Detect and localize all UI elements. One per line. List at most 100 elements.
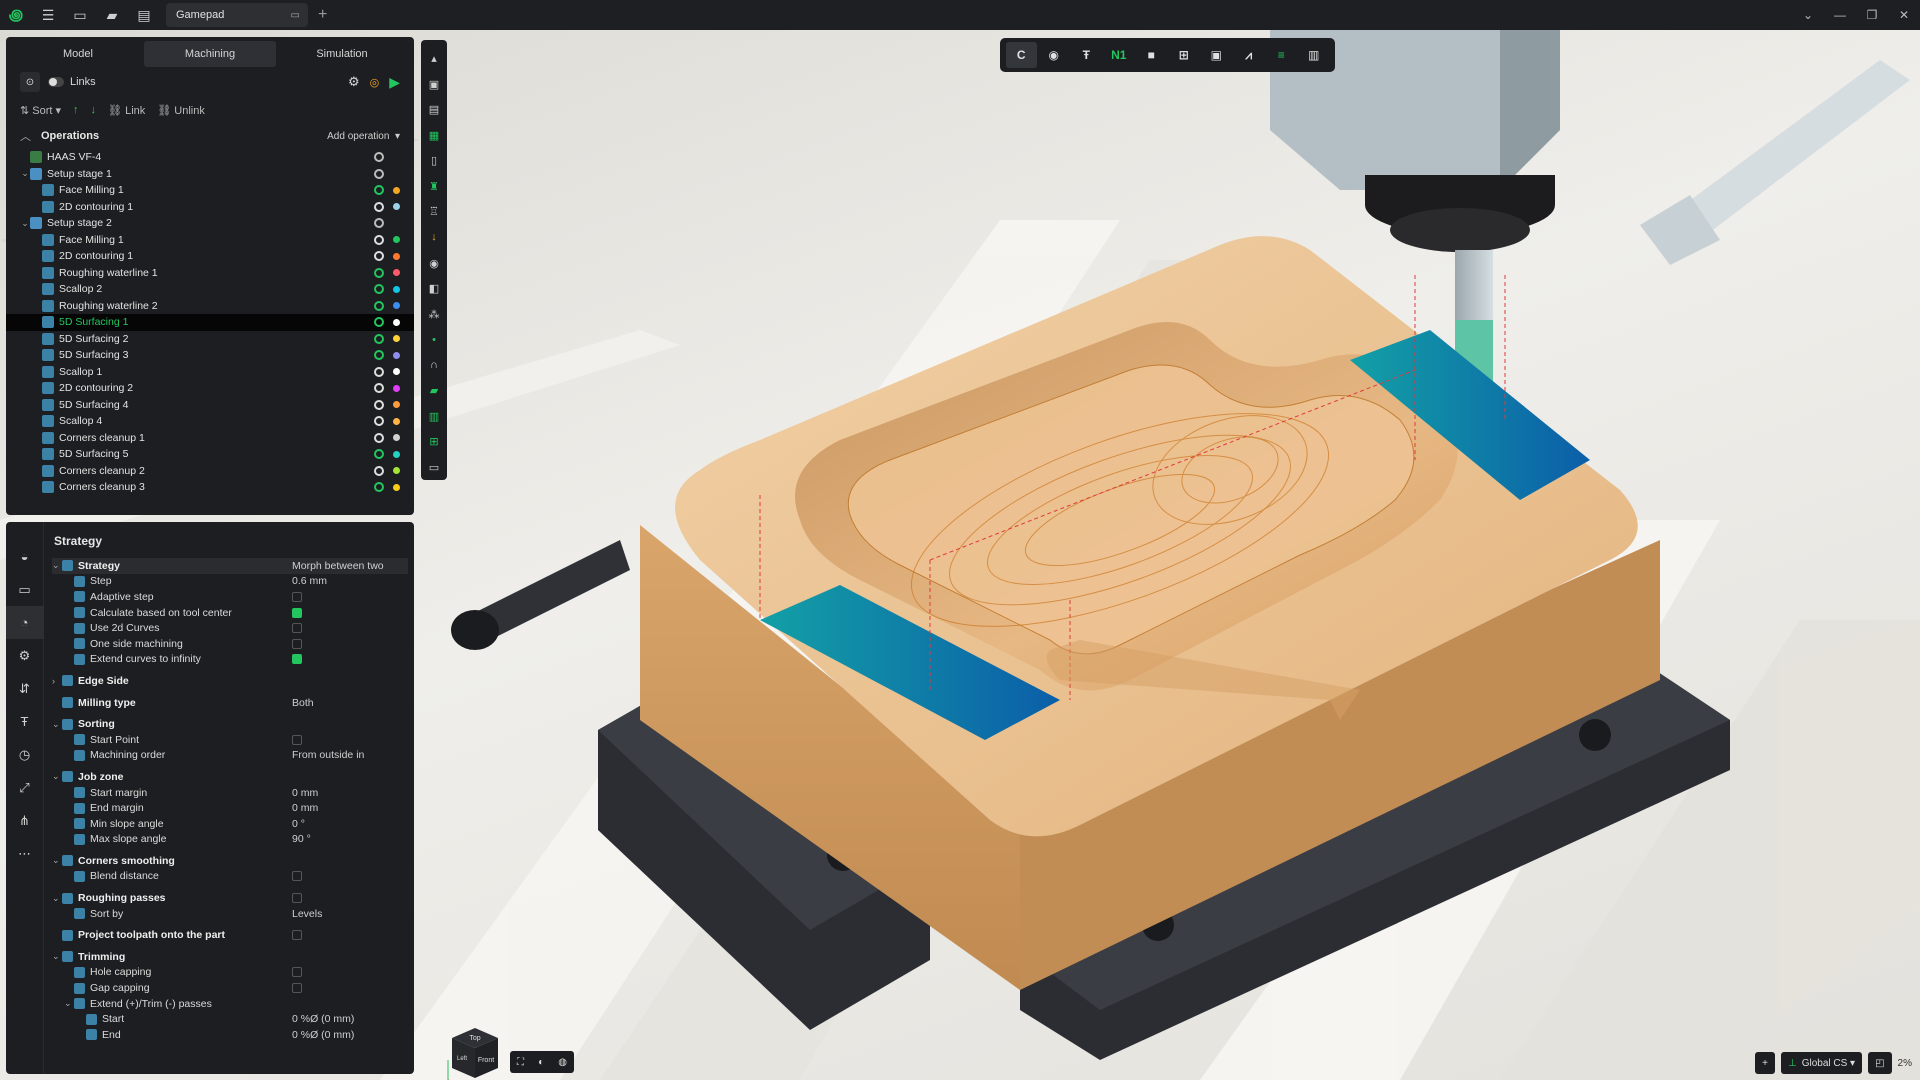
toolpath-color-dot[interactable] bbox=[393, 450, 400, 458]
chevron-down-icon[interactable]: ⌄ bbox=[1792, 0, 1824, 30]
property-value[interactable]: 0 %Ø (0 mm) bbox=[292, 1013, 354, 1025]
new-file-icon[interactable]: ▭ bbox=[64, 0, 96, 30]
tree-item[interactable]: ⌄ Setup stage 1 bbox=[6, 166, 414, 183]
status-icon[interactable] bbox=[374, 317, 384, 328]
machine-icon[interactable]: ▣ bbox=[429, 72, 439, 98]
property-value[interactable]: Levels bbox=[292, 908, 322, 920]
minimize-icon[interactable]: — bbox=[1824, 0, 1856, 30]
property-value[interactable]: 0 mm bbox=[292, 802, 318, 814]
toolpath-color-dot[interactable] bbox=[393, 318, 400, 326]
property-checkbox[interactable] bbox=[292, 930, 302, 941]
property-row[interactable]: Max slope angle 90 ° bbox=[52, 832, 408, 848]
property-row[interactable]: Hole capping bbox=[52, 965, 408, 981]
chevron-icon[interactable]: ⌄ bbox=[52, 951, 62, 962]
property-row[interactable]: › Edge Side bbox=[52, 673, 408, 689]
chevron-icon[interactable]: ⌄ bbox=[52, 771, 62, 782]
status-icon[interactable] bbox=[374, 300, 384, 311]
tool-icon[interactable]: ♜ bbox=[429, 174, 439, 200]
status-icon[interactable] bbox=[374, 449, 384, 460]
status-icon[interactable] bbox=[374, 366, 384, 377]
link-button[interactable]: ⛓ Link bbox=[108, 104, 145, 117]
property-row[interactable]: Machining order From outside in bbox=[52, 748, 408, 764]
move-up-icon[interactable]: ↑ bbox=[73, 104, 79, 116]
toolpath-color-dot[interactable] bbox=[393, 434, 400, 442]
status-icon[interactable] bbox=[374, 251, 384, 262]
tree-item[interactable]: 5D Surfacing 4 bbox=[6, 397, 414, 414]
tree-item[interactable]: 2D contouring 2 bbox=[6, 380, 414, 397]
tree-item[interactable]: Scallop 2 bbox=[6, 281, 414, 298]
tree-item[interactable]: 5D Surfacing 5 bbox=[6, 446, 414, 463]
toolpath-color-dot[interactable] bbox=[393, 236, 400, 244]
probe-icon[interactable]: ◉ bbox=[429, 250, 439, 276]
tree-item[interactable]: ⌄ Setup stage 2 bbox=[6, 215, 414, 232]
property-checkbox[interactable] bbox=[292, 638, 302, 649]
status-icon[interactable] bbox=[374, 383, 384, 394]
property-row[interactable]: ⌄ Roughing passes bbox=[52, 890, 408, 906]
property-checkbox[interactable] bbox=[292, 983, 302, 994]
tab-simulation[interactable]: Simulation bbox=[276, 41, 408, 67]
move-down-icon[interactable]: ↓ bbox=[91, 104, 97, 116]
layers-icon[interactable]: ≡ bbox=[1266, 42, 1297, 68]
save-icon[interactable]: ▤ bbox=[128, 0, 160, 30]
page-icon[interactable]: ▯ bbox=[431, 148, 437, 174]
geometry-icon[interactable]: ◒ bbox=[6, 540, 44, 573]
chevron-icon[interactable]: › bbox=[52, 676, 62, 686]
tab-close-icon[interactable]: ▭ bbox=[291, 10, 300, 21]
tree-item[interactable]: Corners cleanup 2 bbox=[6, 463, 414, 480]
property-value[interactable]: 0 ° bbox=[292, 818, 305, 830]
holder-icon[interactable]: Ŧ bbox=[1071, 42, 1102, 68]
property-checkbox[interactable] bbox=[292, 893, 302, 904]
status-icon[interactable] bbox=[374, 185, 384, 196]
toolpath-color-dot[interactable] bbox=[393, 335, 400, 343]
property-value[interactable]: From outside in bbox=[292, 749, 364, 761]
status-icon[interactable] bbox=[374, 465, 384, 476]
document-tab[interactable]: Gamepad ▭ bbox=[166, 3, 308, 27]
status-icon[interactable] bbox=[374, 416, 384, 427]
drill-icon[interactable]: ↓ bbox=[431, 225, 437, 251]
stock-icon[interactable]: ■ bbox=[1136, 42, 1167, 68]
tree-item[interactable]: Scallop 1 bbox=[6, 364, 414, 381]
tool-icon[interactable]: Ŧ bbox=[6, 705, 44, 738]
chevron-up-icon[interactable]: ︿ bbox=[20, 128, 31, 144]
property-row[interactable]: ⌄ Corners smoothing bbox=[52, 853, 408, 869]
property-value[interactable]: 0 mm bbox=[292, 787, 318, 799]
tab-model[interactable]: Model bbox=[12, 41, 144, 67]
property-checkbox[interactable] bbox=[292, 654, 302, 665]
status-icon[interactable] bbox=[374, 284, 384, 295]
notifications-icon[interactable]: ◰ bbox=[1868, 1052, 1892, 1074]
add-operation-button[interactable]: Add operation ▾ bbox=[327, 131, 400, 142]
tool-display-icon[interactable]: ◉ bbox=[1039, 42, 1070, 68]
coordinate-system-selector[interactable]: ⊥ Global CS ▾ bbox=[1780, 1052, 1863, 1074]
property-row[interactable]: Use 2d Curves bbox=[52, 620, 408, 636]
close-icon[interactable]: ✕ bbox=[1888, 0, 1920, 30]
property-checkbox[interactable] bbox=[292, 871, 302, 882]
property-value[interactable]: 90 ° bbox=[292, 833, 311, 845]
property-row[interactable]: Step 0.6 mm bbox=[52, 574, 408, 590]
property-value[interactable]: 0.6 mm bbox=[292, 575, 327, 587]
more-icon[interactable]: ⋯ bbox=[6, 837, 44, 870]
curves-icon[interactable]: ⩘ bbox=[1234, 42, 1265, 68]
view-cube[interactable]: Top Front Left bbox=[440, 1020, 510, 1080]
unlink-button[interactable]: ⛓ Unlink bbox=[157, 104, 205, 117]
property-row[interactable]: Adaptive step bbox=[52, 589, 408, 605]
stock-icon[interactable]: ▭ bbox=[6, 573, 44, 606]
property-checkbox[interactable] bbox=[292, 967, 302, 978]
property-row[interactable]: Sort by Levels bbox=[52, 906, 408, 922]
property-row[interactable]: Start 0 %Ø (0 mm) bbox=[52, 1011, 408, 1027]
toolpath-color-dot[interactable] bbox=[393, 483, 400, 491]
post-icon[interactable]: ◧ bbox=[429, 276, 439, 302]
chevron-icon[interactable]: ⌄ bbox=[52, 855, 62, 866]
holder-icon[interactable]: ⋔ bbox=[6, 804, 44, 837]
property-row[interactable]: Min slope angle 0 ° bbox=[52, 816, 408, 832]
chevron-icon[interactable]: ⌄ bbox=[52, 719, 62, 730]
toolpath-color-dot[interactable] bbox=[393, 269, 400, 277]
toolpath-color-dot[interactable] bbox=[393, 186, 400, 194]
property-row[interactable]: ⌄ Trimming bbox=[52, 949, 408, 965]
status-icon[interactable] bbox=[374, 234, 384, 245]
property-row[interactable]: Calculate based on tool center bbox=[52, 605, 408, 621]
chevron-down-icon[interactable]: ⌄ bbox=[20, 168, 30, 179]
tree-item[interactable]: 5D Surfacing 1 bbox=[6, 314, 414, 331]
tree-item[interactable]: HAAS VF-4 bbox=[6, 149, 414, 166]
fixture-icon[interactable]: ⊞ bbox=[1169, 42, 1200, 68]
tree-item[interactable]: 5D Surfacing 3 bbox=[6, 347, 414, 364]
